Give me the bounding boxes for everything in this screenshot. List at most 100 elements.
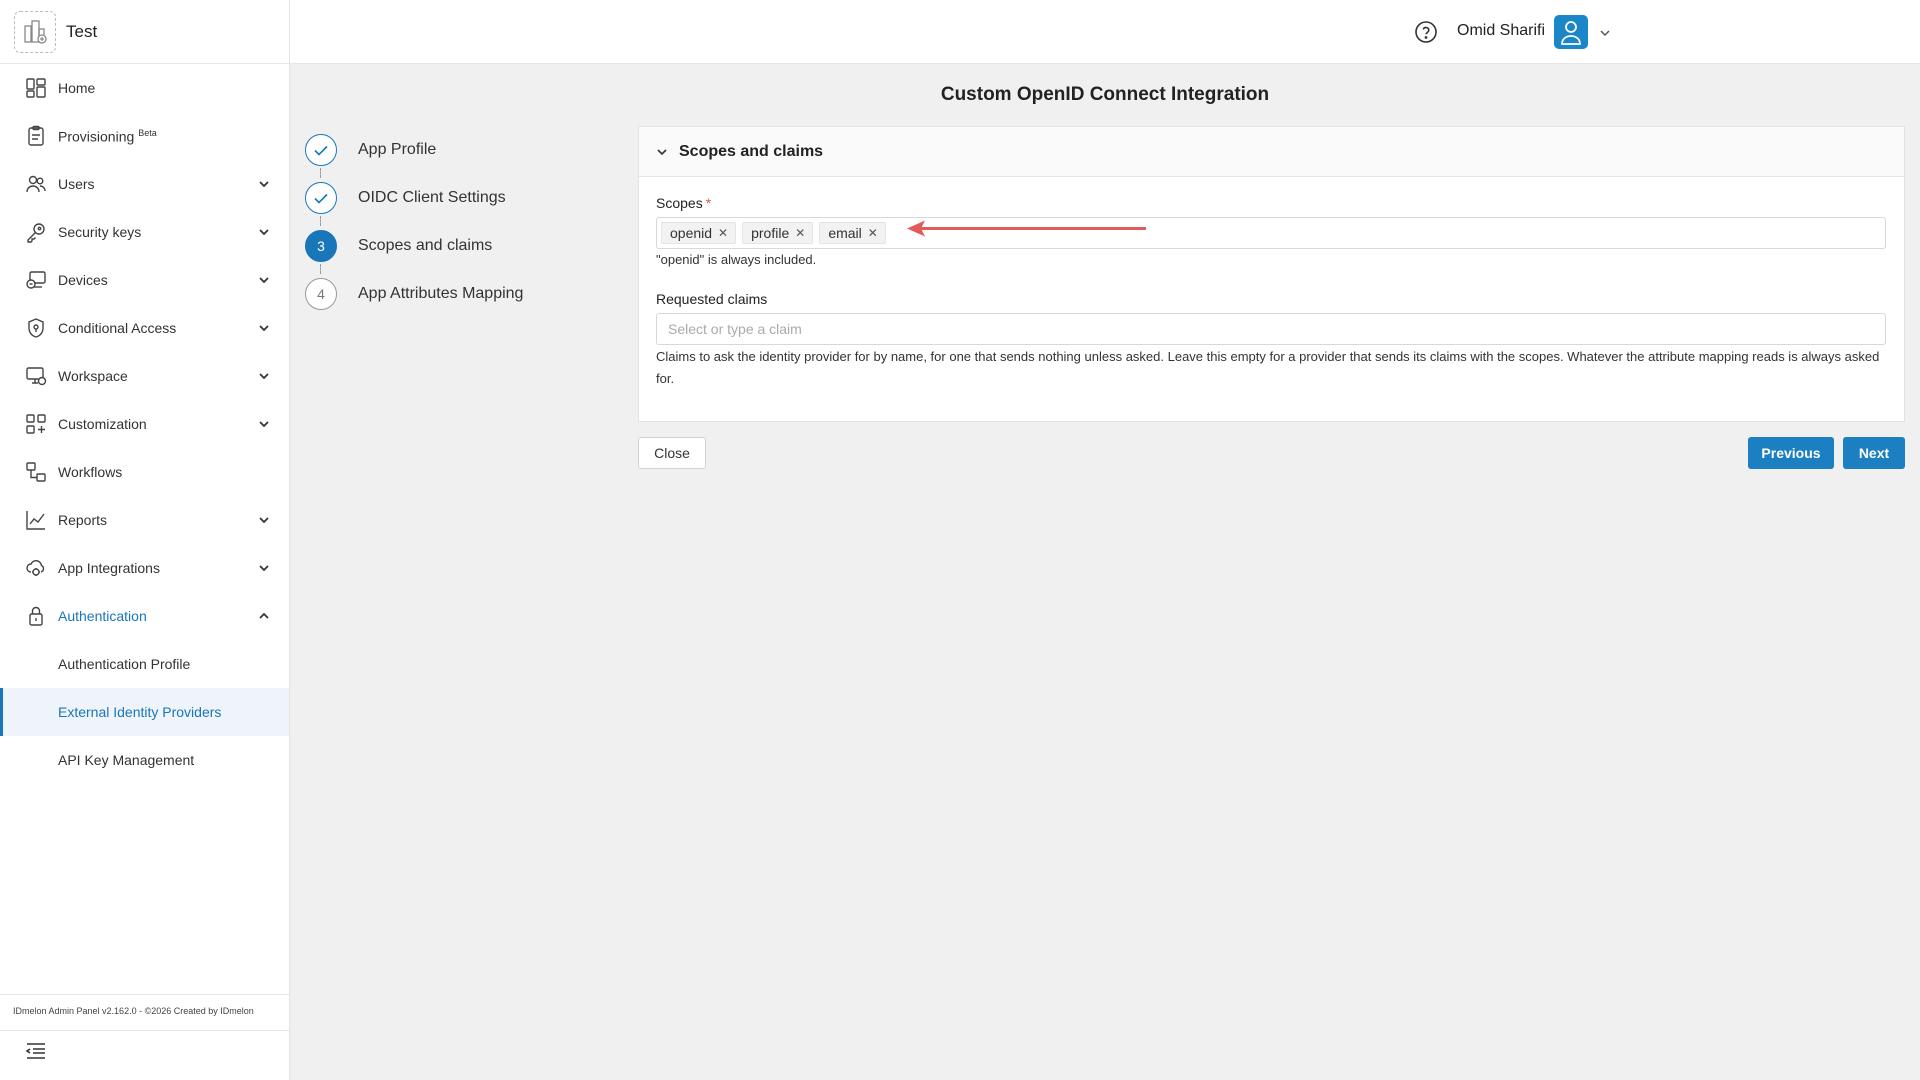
chevron-down-icon	[257, 561, 271, 575]
workflow-icon	[24, 460, 48, 484]
chart-line-icon	[24, 508, 48, 532]
key-icon	[24, 220, 48, 244]
requested-claims-input[interactable]	[668, 321, 1885, 337]
help-icon[interactable]	[1414, 20, 1438, 44]
sidebar-item-provisioning[interactable]: Provisioning Beta	[0, 112, 289, 160]
scope-tag-label: profile	[751, 225, 790, 241]
step-connector	[320, 216, 321, 226]
devices-icon	[24, 268, 48, 292]
sidebar-subitem-api-key-management[interactable]: API Key Management	[0, 736, 289, 784]
chevron-down-icon	[257, 177, 271, 191]
sidebar: Test Home Provisioning Beta Users Securit…	[0, 0, 290, 1080]
page-title: Custom OpenID Connect Integration	[940, 84, 1270, 105]
scope-tag-label: email	[828, 225, 862, 241]
sidebar-item-workflows[interactable]: Workflows	[0, 448, 289, 496]
beta-badge: Beta	[138, 127, 157, 138]
required-mark: *	[705, 195, 712, 211]
sidebar-item-authentication[interactable]: Authentication	[0, 592, 289, 640]
sidebar-item-home[interactable]: Home	[0, 64, 289, 112]
scopes-label: Scopes *	[656, 195, 711, 211]
chevron-down-icon	[655, 145, 669, 159]
clipboard-icon	[24, 124, 48, 148]
step-connector	[320, 168, 321, 178]
previous-button[interactable]: Previous	[1748, 437, 1834, 469]
footer-divider	[0, 994, 289, 995]
organization-name: Test	[66, 21, 98, 41]
chevron-up-icon	[257, 609, 271, 623]
step-connector	[320, 264, 321, 274]
step-oidc-client-settings[interactable]: OIDC Client Settings	[305, 181, 565, 215]
step-scopes-and-claims[interactable]: 3 Scopes and claims	[305, 229, 565, 263]
users-icon	[24, 172, 48, 196]
workspace-monitor-icon	[24, 364, 48, 388]
sidebar-item-users[interactable]: Users	[0, 160, 289, 208]
sidebar-item-label: Workspace	[58, 368, 128, 384]
brand-header: Test	[0, 0, 289, 64]
sidebar-item-label: Conditional Access	[58, 320, 177, 336]
scope-tag: email ✕	[819, 222, 886, 244]
lock-icon	[24, 604, 48, 628]
sidebar-item-label: Workflows	[58, 464, 123, 480]
sidebar-item-conditional-access[interactable]: Conditional Access	[0, 304, 289, 352]
sidebar-item-label: Provisioning	[58, 128, 135, 145]
sidebar-subitem-external-identity-providers[interactable]: External Identity Providers	[0, 688, 289, 736]
cloud-integration-icon	[24, 556, 48, 580]
sidebar-item-devices[interactable]: Devices	[0, 256, 289, 304]
sidebar-item-label: App Integrations	[58, 560, 160, 576]
close-button[interactable]: Close	[638, 437, 706, 469]
step-label: Scopes and claims	[358, 237, 493, 254]
collapse-sidebar-icon[interactable]	[24, 1041, 48, 1061]
annotation-arrow-icon	[907, 220, 1146, 237]
sidebar-item-reports[interactable]: Reports	[0, 496, 289, 544]
home-grid-icon	[24, 76, 48, 100]
remove-tag-icon[interactable]: ✕	[718, 226, 728, 240]
sidebar-item-label: Security keys	[58, 224, 142, 240]
shield-icon	[24, 316, 48, 340]
step-app-attributes-mapping[interactable]: 4 App Attributes Mapping	[305, 277, 565, 311]
customization-grid-icon	[24, 412, 48, 436]
sidebar-nav: Home Provisioning Beta Users Security key…	[0, 64, 289, 784]
user-avatar-icon[interactable]	[1554, 15, 1588, 49]
organization-logo-icon[interactable]	[14, 10, 56, 53]
step-label: App Attributes Mapping	[358, 285, 524, 302]
requested-claims-field[interactable]	[656, 313, 1886, 345]
sidebar-item-label: Home	[58, 80, 96, 96]
scopes-hint: "openid" is always included.	[656, 252, 817, 267]
sidebar-item-app-integrations[interactable]: App Integrations	[0, 544, 289, 592]
chevron-down-icon	[257, 273, 271, 287]
scopes-claims-panel: Scopes and claims Scopes * openid ✕ profil…	[638, 126, 1905, 422]
section-header[interactable]: Scopes and claims	[639, 127, 1904, 177]
sidebar-item-label: Authentication	[58, 608, 147, 624]
next-button[interactable]: Next	[1843, 437, 1905, 469]
sidebar-item-label: Users	[58, 176, 95, 192]
sidebar-item-label: Customization	[58, 416, 147, 432]
footer-copyright: IDmelon Admin Panel v2.162.0 - ©2026 Cre…	[13, 1006, 254, 1016]
step-label: App Profile	[358, 141, 437, 158]
step-app-profile[interactable]: App Profile	[305, 133, 565, 167]
step-label: OIDC Client Settings	[358, 189, 506, 206]
chevron-down-icon[interactable]	[1598, 26, 1612, 40]
requested-claims-label: Requested claims	[656, 291, 768, 307]
top-bar	[290, 0, 1920, 64]
remove-tag-icon[interactable]: ✕	[795, 226, 805, 240]
sidebar-item-customization[interactable]: Customization	[0, 400, 289, 448]
footer-divider	[0, 1030, 289, 1031]
scope-tag-label: openid	[670, 225, 713, 241]
remove-tag-icon[interactable]: ✕	[868, 226, 878, 240]
scope-tag: profile ✕	[742, 222, 814, 244]
scopes-input[interactable]: openid ✕ profile ✕ email ✕	[656, 217, 1886, 249]
check-icon	[305, 182, 337, 214]
sidebar-subitem-authentication-profile[interactable]: Authentication Profile	[0, 640, 289, 688]
chevron-down-icon	[257, 513, 271, 527]
sidebar-item-security-keys[interactable]: Security keys	[0, 208, 289, 256]
chevron-down-icon	[257, 321, 271, 335]
step-number: 4	[305, 278, 337, 310]
requested-claims-help: Claims to ask the identity provider for …	[656, 349, 1880, 386]
chevron-down-icon	[257, 417, 271, 431]
user-name[interactable]: Omid Sharifi	[1457, 22, 1545, 40]
scope-tag: openid ✕	[661, 222, 737, 244]
chevron-down-icon	[257, 369, 271, 383]
step-number: 3	[305, 230, 337, 262]
sidebar-item-label: Reports	[58, 512, 108, 528]
sidebar-item-workspace[interactable]: Workspace	[0, 352, 289, 400]
